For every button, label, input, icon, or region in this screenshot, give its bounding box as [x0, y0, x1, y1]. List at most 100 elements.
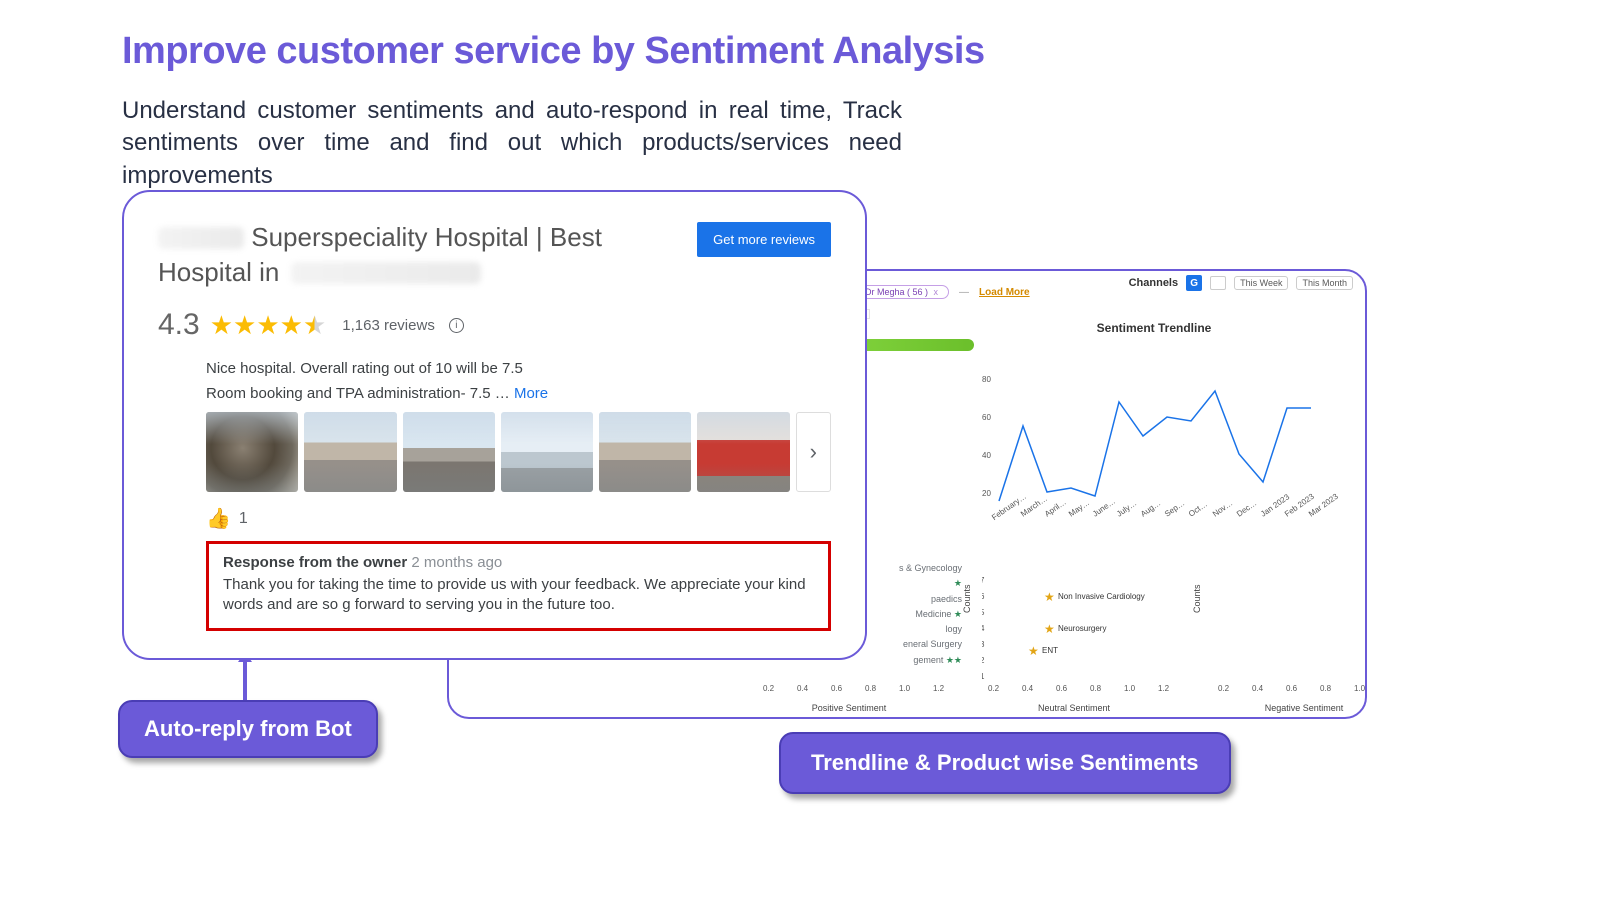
neutral-sentiment-chart: Counts 7 6 5 4 3 2 1 0.2 0.4 0.6 0.8 1.0 1.2 ★ No… [964, 561, 1184, 711]
svg-text:0.4: 0.4 [1252, 684, 1264, 693]
photos-next-button[interactable]: › [796, 412, 831, 492]
close-icon[interactable]: x [934, 287, 939, 297]
svg-text:1.0: 1.0 [899, 684, 911, 693]
svg-text:0.4: 0.4 [1022, 684, 1034, 693]
review-count: 1,163 reviews [342, 317, 435, 334]
review-photo[interactable] [304, 412, 396, 492]
owner-response-label: Response from the owner [223, 554, 407, 571]
trendline-chart: Sentiment Trendline 20 40 60 80 February… [964, 321, 1344, 551]
filter-chip[interactable]: Dr Megha ( 56 ) x [854, 285, 949, 299]
point-label: Non Invasive Cardiology [1058, 592, 1145, 601]
review-photo[interactable] [403, 412, 495, 492]
review-photo[interactable] [599, 412, 691, 492]
mini-svg: 7 6 5 4 3 2 1 0.2 0.4 0.6 0.8 1.0 1.2 ★ Non Invas… [982, 565, 1182, 695]
svg-text:4: 4 [982, 624, 985, 633]
trendline-title: Sentiment Trendline [964, 321, 1344, 335]
more-link[interactable]: More [514, 385, 548, 402]
review-text-line2: Room booking and TPA administration- 7.5… [206, 385, 831, 402]
channels-label: Channels [1129, 277, 1179, 289]
svg-text:80: 80 [982, 375, 991, 384]
svg-text:0.8: 0.8 [1320, 684, 1332, 693]
svg-text:★: ★ [1044, 590, 1055, 604]
x-axis-label: Positive Sentiment [739, 703, 959, 713]
svg-text:0.4: 0.4 [797, 684, 809, 693]
rating-row: 4.3 ★★★★★ 1,163 reviews i [158, 308, 831, 342]
rating-value: 4.3 [158, 308, 200, 342]
svg-text:Sep…: Sep… [1163, 499, 1186, 519]
page-title: Improve customer service by Sentiment An… [122, 30, 985, 73]
svg-text:★: ★ [1028, 644, 1039, 658]
review-text-line2-part: Room booking and TPA administration- 7.5… [206, 385, 510, 402]
trendline-svg: 20 40 60 80 February… March… April… May…… [964, 341, 1344, 541]
load-more-link[interactable]: Load More [979, 287, 1030, 298]
x-axis-label: Neutral Sentiment [964, 703, 1184, 713]
channel-toggle[interactable] [1210, 276, 1226, 290]
svg-text:6: 6 [982, 592, 985, 601]
mini-svg: 0.20.40.6 0.81.01.2 [1212, 565, 1367, 695]
svg-text:0.6: 0.6 [1056, 684, 1068, 693]
svg-text:Dec…: Dec… [1235, 499, 1258, 519]
svg-text:Aug…: Aug… [1139, 499, 1162, 519]
svg-text:1.2: 1.2 [1158, 684, 1170, 693]
svg-text:5: 5 [982, 608, 985, 617]
trendline-polyline [999, 391, 1311, 501]
like-row: 👍 1 [158, 506, 831, 531]
business-title: Superspeciality Hospital | Best Hospital… [158, 220, 658, 290]
review-photo[interactable] [697, 412, 789, 492]
owner-response-heading: Response from the owner 2 months ago [223, 554, 814, 571]
y-axis-label: Counts [1192, 584, 1202, 613]
range-this-week[interactable]: This Week [1234, 276, 1288, 290]
svg-text:20: 20 [982, 489, 991, 498]
svg-text:★: ★ [1044, 622, 1055, 636]
point-label: ENT [1042, 646, 1058, 655]
thumbs-up-icon[interactable]: 👍 [206, 506, 231, 531]
google-channel-icon[interactable]: G [1186, 275, 1202, 291]
svg-text:0.8: 0.8 [1090, 684, 1102, 693]
svg-text:June…: June… [1091, 497, 1117, 519]
review-card: Superspeciality Hospital | Best Hospital… [122, 190, 867, 660]
redacted-blur [158, 227, 244, 249]
review-photo[interactable] [501, 412, 593, 492]
like-count: 1 [239, 510, 248, 528]
arrow-to-owner-response [243, 660, 247, 700]
review-photo-row: › [206, 412, 831, 492]
label-auto-reply: Auto-reply from Bot [118, 700, 378, 758]
owner-response-text: Thank you for taking the time to provide… [223, 575, 814, 616]
svg-text:3: 3 [982, 640, 985, 649]
redacted-blur [291, 262, 481, 284]
svg-text:2: 2 [982, 656, 985, 665]
svg-text:0.2: 0.2 [1218, 684, 1230, 693]
svg-text:0.6: 0.6 [831, 684, 843, 693]
svg-text:1.2: 1.2 [933, 684, 945, 693]
chevron-right-icon: › [810, 439, 817, 465]
svg-text:0.2: 0.2 [988, 684, 1000, 693]
sentiment-good-bar [854, 339, 974, 351]
filter-row: Dr Megha ( 56 ) x — Load More [854, 285, 1030, 299]
svg-text:0.2: 0.2 [763, 684, 775, 693]
svg-text:July…: July… [1115, 499, 1138, 519]
owner-response-age: 2 months ago [411, 554, 502, 571]
review-photo[interactable] [206, 412, 298, 492]
review-text-line1: Nice hospital. Overall rating out of 10 … [206, 360, 831, 377]
filter-chip-label: Dr Megha ( 56 ) [865, 287, 928, 297]
svg-text:1.0: 1.0 [1124, 684, 1136, 693]
range-this-month[interactable]: This Month [1296, 276, 1353, 290]
svg-text:1: 1 [982, 672, 985, 681]
svg-text:7: 7 [982, 576, 985, 585]
info-icon[interactable]: i [449, 318, 464, 333]
svg-text:0.6: 0.6 [1286, 684, 1298, 693]
dashboard-topbar: Channels G This Week This Month [1129, 275, 1353, 291]
get-more-reviews-button[interactable]: Get more reviews [697, 222, 831, 257]
svg-text:40: 40 [982, 451, 991, 460]
svg-text:60: 60 [982, 413, 991, 422]
svg-text:1.0: 1.0 [1354, 684, 1366, 693]
owner-response-box: Response from the owner 2 months ago Tha… [206, 541, 831, 631]
svg-text:Nov…: Nov… [1211, 499, 1234, 519]
star-rating-icon: ★★★★★ [210, 310, 327, 341]
page-subtitle: Understand customer sentiments and auto-… [122, 95, 902, 192]
y-axis-label: Counts [962, 584, 972, 613]
svg-text:0.8: 0.8 [865, 684, 877, 693]
negative-sentiment-chart: Counts 0.20.40.6 0.81.01.2 Negative Sent… [1194, 561, 1367, 711]
label-trendline-products: Trendline & Product wise Sentiments [779, 732, 1231, 794]
svg-text:May…: May… [1067, 498, 1091, 519]
